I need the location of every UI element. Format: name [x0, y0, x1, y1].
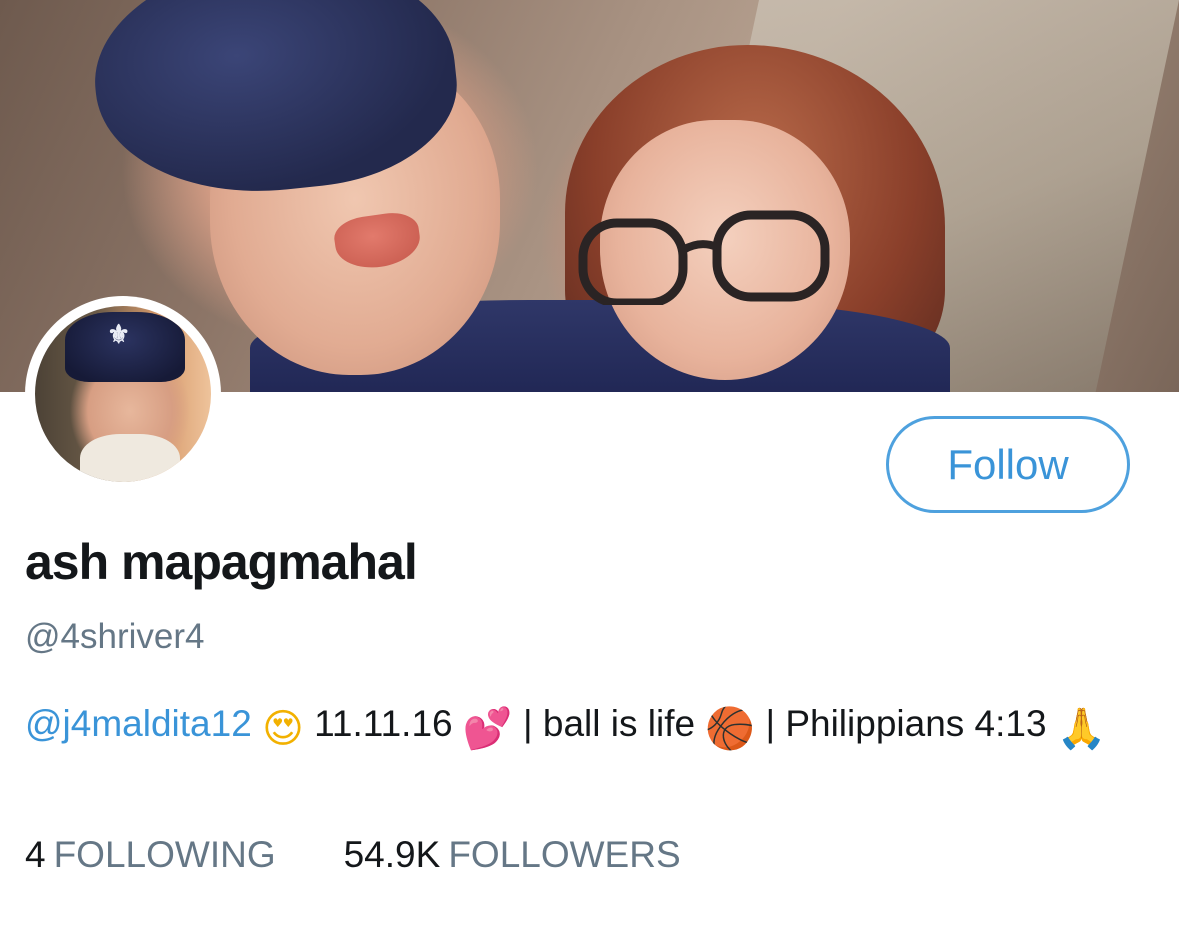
bio-ball-text: | ball is life: [522, 703, 696, 744]
follow-button[interactable]: Follow: [886, 416, 1130, 513]
bio-mention-link[interactable]: @j4maldita12: [25, 703, 252, 744]
profile-stats: 4 FOLLOWING 54.9K FOLLOWERS: [25, 834, 681, 876]
heart-eyes-emoji-icon: 😍: [262, 706, 304, 752]
profile-bio: @j4maldita12 😍 11.11.16 💕 | ball is life…: [25, 696, 1145, 752]
avatar-photo: ⚜: [35, 306, 211, 482]
avatar-cap-logo: ⚜: [107, 320, 131, 350]
folded-hands-emoji-icon: 🙏: [1056, 706, 1107, 752]
basketball-emoji-icon: 🏀: [705, 706, 756, 752]
followers-count: 54.9K: [343, 834, 441, 875]
bio-verse-text: | Philippians 4:13: [765, 703, 1047, 744]
profile-display-name: ash mapagmahal: [25, 534, 418, 590]
two-hearts-emoji-icon: 💕: [462, 706, 513, 752]
following-count: 4: [25, 834, 46, 875]
following-label: FOLLOWING: [53, 834, 276, 875]
banner-glasses: [578, 210, 830, 305]
following-stat-link[interactable]: 4 FOLLOWING: [25, 834, 276, 876]
followers-label: FOLLOWERS: [448, 834, 681, 875]
avatar-tank-top: [80, 434, 180, 482]
bio-date-text: 11.11.16: [314, 703, 453, 744]
profile-handle: @4shriver4: [25, 617, 205, 656]
followers-stat-link[interactable]: 54.9K FOLLOWERS: [344, 834, 681, 876]
profile-avatar[interactable]: ⚜: [25, 296, 221, 492]
